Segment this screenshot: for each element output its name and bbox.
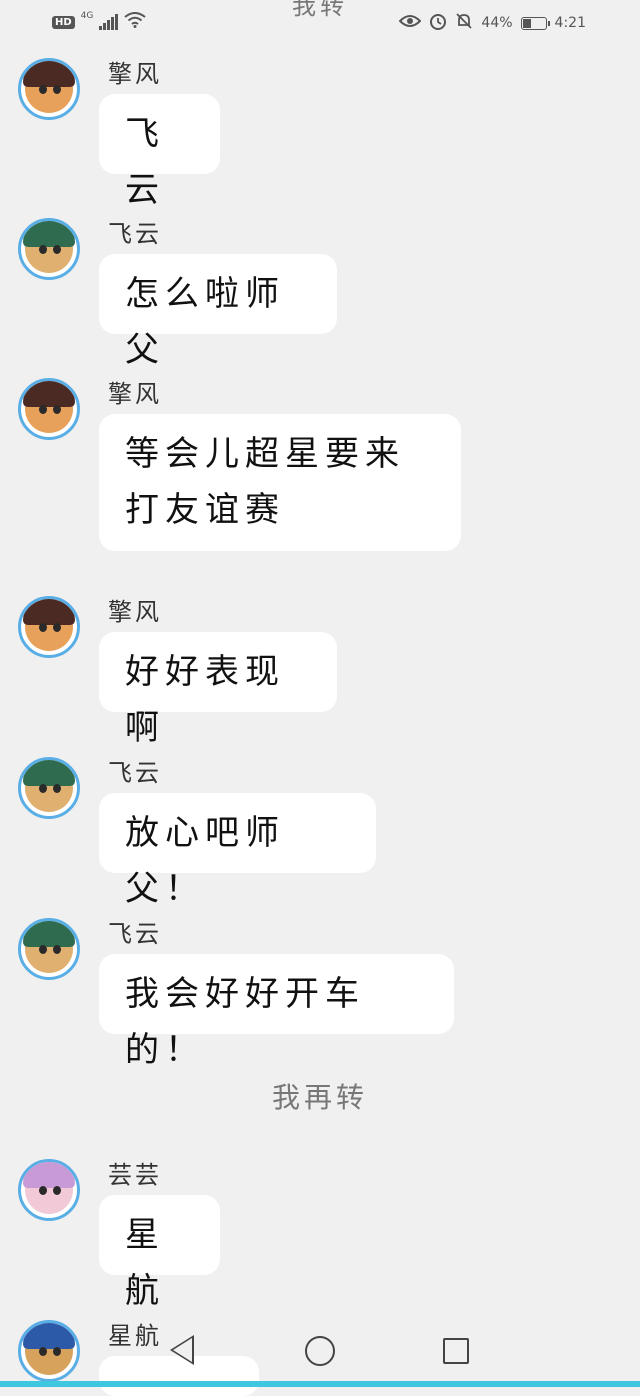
- sender-name: 飞云: [108, 920, 162, 948]
- recents-icon[interactable]: [443, 1338, 469, 1364]
- avatar[interactable]: [18, 1159, 80, 1221]
- avatar[interactable]: [18, 596, 80, 658]
- sender-name: 飞云: [108, 759, 162, 787]
- sender-name: 擎风: [108, 598, 162, 626]
- navigation-bar: [0, 1317, 640, 1387]
- avatar[interactable]: [18, 58, 80, 120]
- hd-icon: HD: [52, 15, 75, 29]
- message-bubble[interactable]: 等会儿超星要来打友谊赛: [99, 414, 461, 551]
- battery-percent: 44%: [481, 15, 513, 31]
- avatar[interactable]: [18, 218, 80, 280]
- bottom-accent-strip: [0, 1381, 640, 1387]
- message-bubble[interactable]: 放心吧师父！: [99, 793, 376, 909]
- avatar[interactable]: [18, 918, 80, 980]
- signal-icon: [99, 14, 119, 30]
- mute-bell-icon: [455, 12, 473, 34]
- status-bar: 我转 HD 4G 44% 4:21: [0, 0, 640, 48]
- clock-time: 4:21: [554, 15, 586, 31]
- sender-name: 芸芸: [108, 1161, 162, 1189]
- system-message: 我再转: [271, 1081, 368, 1114]
- message-bubble[interactable]: 好好表现啊: [99, 632, 337, 748]
- message-bubble[interactable]: 飞云: [99, 94, 220, 210]
- back-icon[interactable]: [170, 1335, 194, 1365]
- wifi-icon: [124, 12, 146, 32]
- avatar[interactable]: [18, 378, 80, 440]
- avatar[interactable]: [18, 757, 80, 819]
- message-bubble[interactable]: 怎么啦师父: [99, 254, 337, 370]
- message-bubble[interactable]: 我会好好开车的！: [99, 954, 454, 1070]
- network-type: 4G: [80, 11, 94, 21]
- sender-name: 擎风: [108, 380, 162, 408]
- battery-icon: [520, 16, 550, 30]
- message-bubble[interactable]: 星航: [99, 1195, 220, 1311]
- sender-name: 擎风: [108, 60, 162, 88]
- sender-name: 飞云: [108, 220, 162, 248]
- eye-icon: [399, 14, 422, 32]
- alarm-icon: [429, 12, 447, 34]
- home-icon[interactable]: [305, 1336, 335, 1366]
